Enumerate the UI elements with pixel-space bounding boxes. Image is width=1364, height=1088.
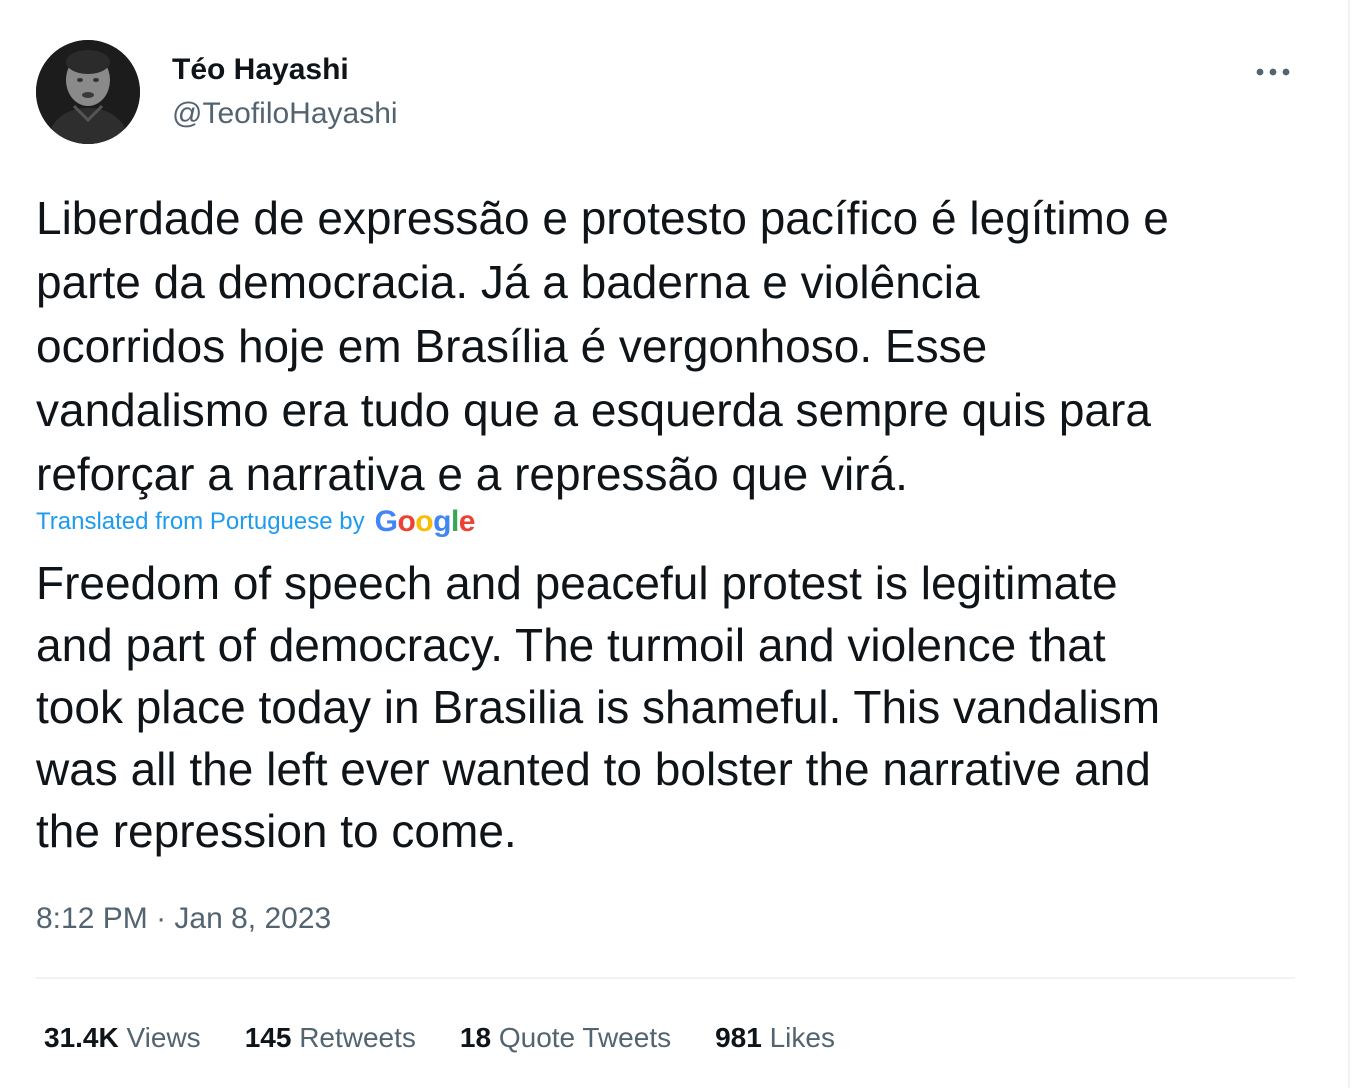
tweet-translated-text: Freedom of speech and peaceful protest i…	[36, 557, 1161, 857]
retweets-count: 145	[244, 1022, 292, 1053]
translation-label: Translated from Portuguese by	[36, 508, 365, 535]
quote-tweets-label: Quote Tweets	[498, 1022, 672, 1053]
tweet-date[interactable]: Jan 8, 2023	[174, 902, 331, 935]
retweets-stat[interactable]: 145 Retweets	[245, 1020, 416, 1056]
quote-tweets-stat[interactable]: 18 Quote Tweets	[460, 1020, 671, 1056]
more-options-button[interactable]	[1250, 54, 1296, 90]
timestamp-separator: ·	[147, 902, 175, 935]
views-count: 31.4K	[44, 1022, 119, 1053]
profile-photo-icon	[36, 40, 140, 144]
engagement-stats: 31.4K Views 145 Retweets 18 Quote Tweets…	[44, 1020, 879, 1056]
likes-stat[interactable]: 981 Likes	[715, 1020, 835, 1056]
column-border	[1348, 0, 1350, 1088]
divider	[36, 977, 1295, 979]
tweet-timestamp: 8:12 PM · Jan 8, 2023	[36, 900, 331, 938]
translation-attribution[interactable]: Translated from Portuguese by Google	[36, 504, 475, 540]
views-label: Views	[126, 1022, 201, 1053]
retweets-label: Retweets	[299, 1022, 416, 1053]
quote-tweets-count: 18	[459, 1022, 492, 1053]
avatar[interactable]	[36, 40, 140, 144]
display-name[interactable]: Téo Hayashi	[172, 52, 349, 88]
tweet-detail: Téo Hayashi @TeofiloHayashi Liberdade de…	[0, 0, 1364, 1088]
likes-count: 981	[715, 1022, 762, 1053]
likes-label: Likes	[769, 1022, 835, 1053]
tweet-original-text: Liberdade de expressão e protesto pacífi…	[36, 192, 1169, 500]
more-horizontal-icon	[1256, 68, 1290, 76]
views-stat[interactable]: 31.4K Views	[44, 1020, 201, 1056]
tweet-time[interactable]: 8:12 PM	[36, 902, 148, 935]
user-handle[interactable]: @TeofiloHayashi	[172, 96, 398, 132]
google-logo: Google	[374, 505, 476, 538]
